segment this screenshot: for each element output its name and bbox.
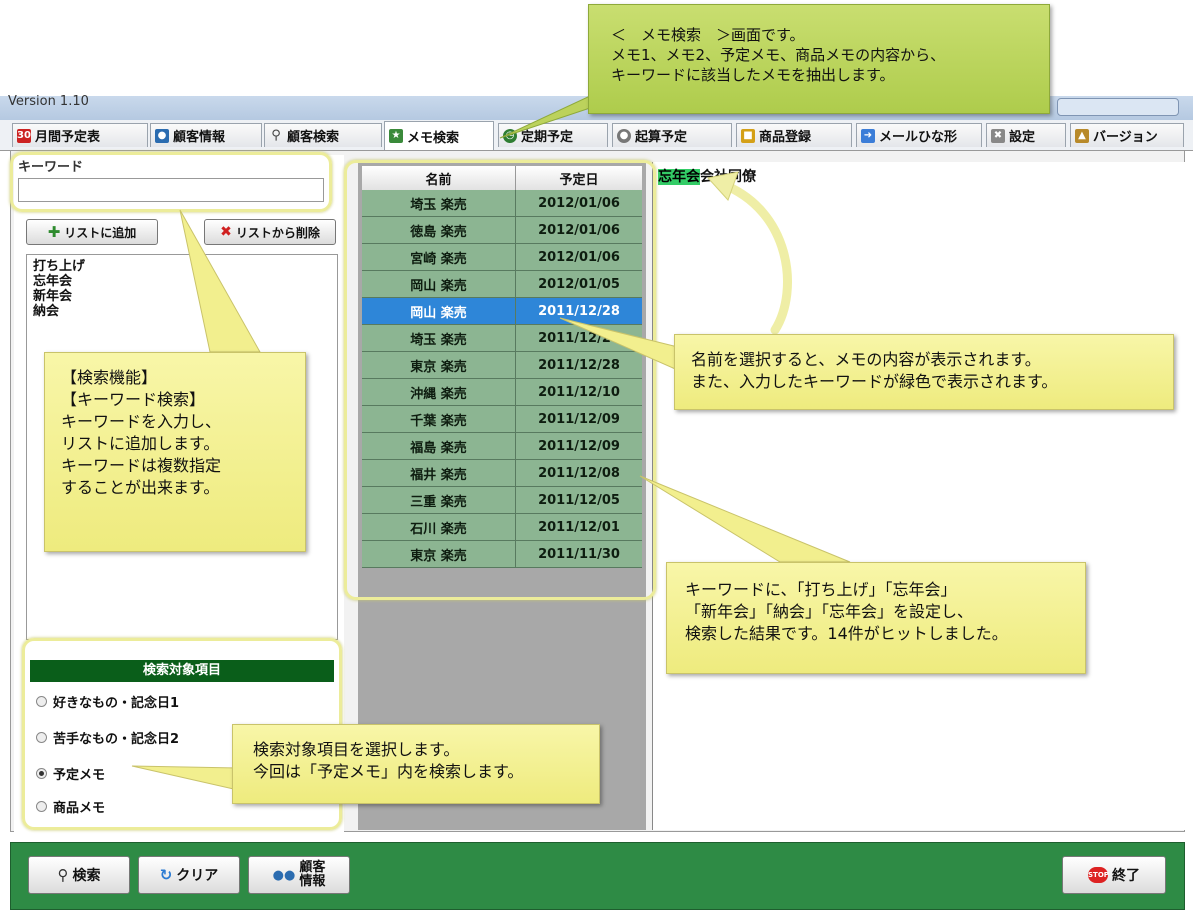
curved-arrow-head bbox=[707, 171, 739, 201]
result-callout: キーワードに、「打ち上げ」「忘年会」 「新年会」「納会」「忘年会」を設定し、 検… bbox=[666, 562, 1086, 674]
target-callout: 検索対象項目を選択します。 今回は「予定メモ」内を検索します。 bbox=[232, 724, 600, 804]
top-callout: ＜ メモ検索 ＞画面です。 メモ1、メモ2、予定メモ、商品メモの内容から、 キー… bbox=[588, 4, 1050, 114]
callout-line: 【検索機能】 bbox=[61, 368, 158, 387]
callout-line: キーワードに該当したメモを抽出します。 bbox=[611, 66, 895, 84]
target-callout-pointer bbox=[131, 765, 239, 791]
callout-line: 【キーワード検索】 bbox=[61, 390, 206, 409]
select-callout: 名前を選択すると、メモの内容が表示されます。 また、入力したキーワードが緑色で表… bbox=[674, 334, 1174, 410]
left-callout-pointer bbox=[179, 209, 261, 353]
result-callout-pointer bbox=[639, 475, 851, 563]
curved-arrow-body bbox=[717, 179, 792, 335]
callout-line: キーワードを入力し、 bbox=[61, 412, 222, 431]
select-callout-pointer bbox=[559, 317, 683, 373]
callout-line: キーワードは複数指定 bbox=[61, 456, 222, 475]
callout-line: 「新年会」「納会」「忘年会」を設定し、 bbox=[685, 602, 974, 621]
callout-line: リストに追加します。 bbox=[61, 434, 220, 453]
callout-line: 今回は「予定メモ」内を検索します。 bbox=[253, 762, 524, 781]
keyword-callout: 【検索機能】 【キーワード検索】 キーワードを入力し、 リストに追加します。 キ… bbox=[44, 352, 306, 552]
callout-line: 検索した結果です。14件がヒットしました。 bbox=[685, 624, 1008, 643]
callout-line: 検索対象項目を選択します。 bbox=[253, 740, 460, 759]
callout-line: 名前を選択すると、メモの内容が表示されます。 bbox=[691, 350, 1041, 369]
callout-line: ＜ メモ検索 ＞画面です。 bbox=[611, 26, 805, 44]
callout-line: メモ1、メモ2、予定メモ、商品メモの内容から、 bbox=[611, 46, 946, 64]
callout-line: することが出来ます。 bbox=[61, 478, 220, 497]
callout-line: キーワードに、「打ち上げ」「忘年会」 bbox=[685, 580, 957, 599]
callout-line: また、入力したキーワードが緑色で表示されます。 bbox=[691, 372, 1058, 391]
